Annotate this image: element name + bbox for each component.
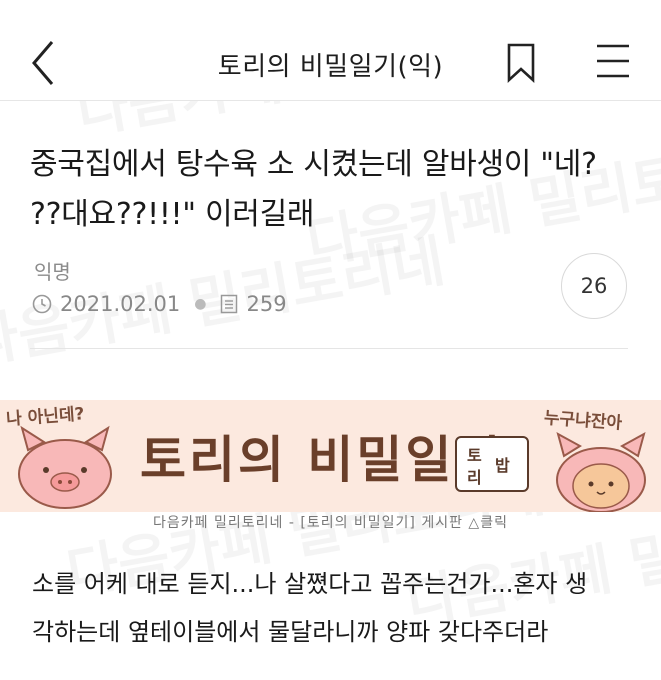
clock-icon [32, 294, 52, 314]
banner-title: 토리의 비밀일기 [140, 431, 504, 489]
post-title-line: ??대요??!!!" 이러길래 [30, 197, 315, 232]
top-bar: 토리의 비밀일기(익) [0, 0, 661, 101]
page-title: 토리의 비밀일기(익) [217, 52, 444, 82]
pig-icon [18, 425, 112, 509]
view-count: 259 [246, 292, 287, 316]
hamburger-menu-icon [597, 44, 629, 78]
document-icon [221, 294, 238, 314]
menu-button[interactable] [593, 42, 633, 80]
post-title-line: 중국집에서 탕수육 소 시켰는데 알바생이 "네? [30, 147, 597, 182]
stamp-char: 밥 [495, 456, 510, 475]
post-body-line: 소를 어케 대로 듣지...나 살쪘다고 꼽주는건가...혼자 생 [32, 570, 588, 598]
diary-stamp: 토 리 밥 [455, 436, 529, 492]
comment-count-button[interactable]: 26 [561, 253, 627, 319]
bookmark-icon [507, 43, 535, 83]
banner-caption[interactable]: 다음카페 밀리토리네 - [토리의 비밀일기] 게시판 △클릭 [0, 512, 661, 532]
divider [30, 348, 628, 349]
cafe-banner[interactable]: 나 아닌데? 토리의 비밀일기 토 리 밥 누구냐잔아 [0, 400, 661, 512]
post-body-line: 각하는데 옆테이블에서 물달라니까 양파 갖다주더라 [32, 618, 549, 646]
post-title: 중국집에서 탕수육 소 시켰는데 알바생이 "네? ??대요??!!!" 이러길… [30, 140, 640, 240]
stamp-char: 토 [467, 446, 482, 465]
post-body: 소를 어케 대로 듣지...나 살쪘다고 꼽주는건가...혼자 생 각하는데 옆… [32, 560, 642, 656]
stamp-char: 리 [467, 468, 482, 487]
post-meta: 2021.02.01 ● 259 [32, 290, 287, 318]
separator-dot: ● [194, 296, 207, 312]
post-date: 2021.02.01 [60, 292, 181, 316]
author-name[interactable]: 익명 [34, 256, 71, 285]
cat-pig-icon [556, 431, 646, 512]
bookmark-button[interactable] [503, 42, 539, 84]
